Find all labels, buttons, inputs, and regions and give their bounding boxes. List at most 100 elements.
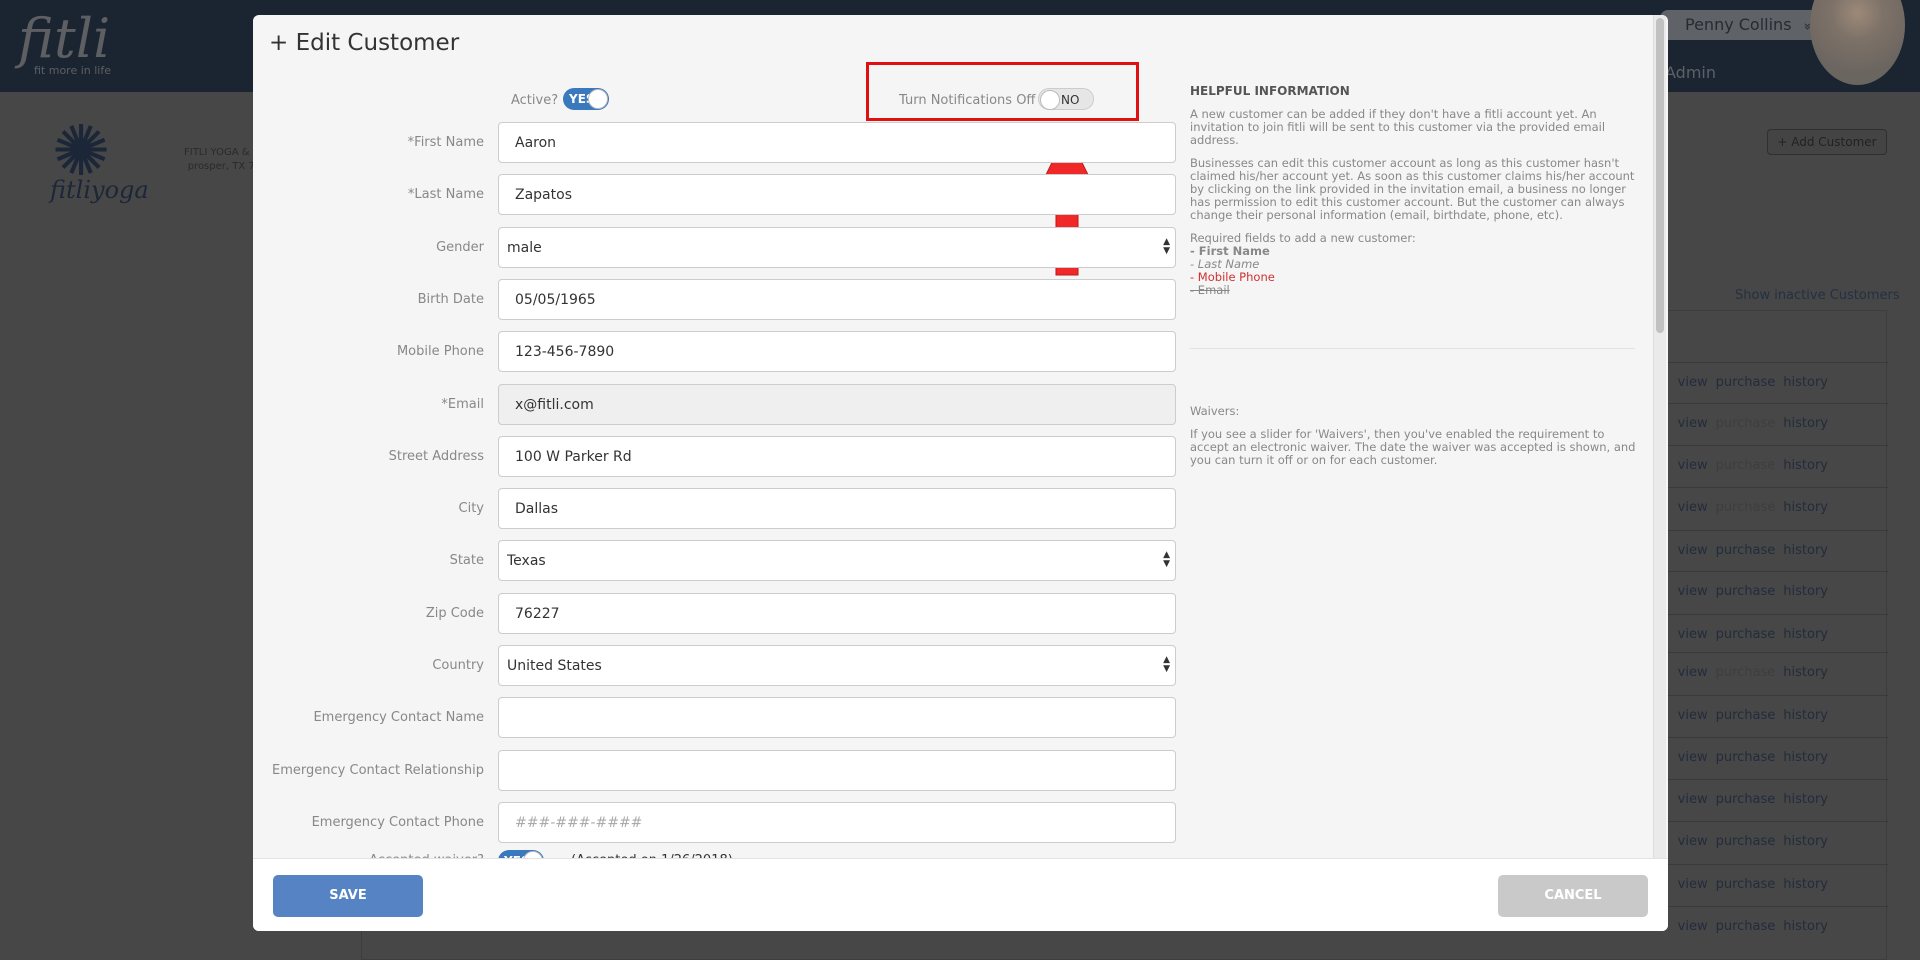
- emergency-contact-name-input[interactable]: [498, 697, 1176, 739]
- row-actions: view purchase history: [1670, 792, 1828, 807]
- view-link[interactable]: view: [1678, 627, 1708, 642]
- state-select[interactable]: Texas ▲ ▼: [498, 540, 1176, 582]
- field-label: Country: [432, 658, 484, 673]
- purchase-link[interactable]: purchase: [1716, 708, 1776, 723]
- zip-code-input[interactable]: 76227: [498, 592, 1176, 634]
- purchase-link[interactable]: purchase: [1716, 375, 1776, 390]
- view-link[interactable]: view: [1678, 919, 1708, 934]
- select-arrows-icon: ▲ ▼: [1163, 236, 1170, 256]
- row-actions: view purchase history: [1670, 919, 1828, 934]
- history-link[interactable]: history: [1783, 500, 1828, 515]
- help-text: Businesses can edit this customer accoun…: [1190, 156, 1635, 222]
- cancel-button[interactable]: CANCEL: [1498, 875, 1648, 917]
- save-button[interactable]: SAVE: [273, 875, 423, 917]
- active-label: Active?: [511, 93, 559, 108]
- tagline: fit more in life: [34, 64, 112, 77]
- business-address: FITLI YOGA & F prosper, TX 7: [184, 146, 258, 174]
- history-link[interactable]: history: [1783, 627, 1828, 642]
- history-link[interactable]: history: [1783, 919, 1828, 934]
- history-link[interactable]: history: [1783, 665, 1828, 680]
- birth-date-input[interactable]: 05/05/1965: [498, 278, 1176, 320]
- purchase-link[interactable]: purchase: [1716, 543, 1776, 558]
- email-input: x@fitli.com: [498, 383, 1176, 425]
- purchase-link[interactable]: purchase: [1716, 627, 1776, 642]
- purchase-link[interactable]: purchase: [1716, 750, 1776, 765]
- modal-scrollbar[interactable]: [1653, 15, 1666, 858]
- business-city: prosper, TX 7: [187, 161, 255, 172]
- select-arrows-icon: ▲ ▼: [1163, 550, 1170, 570]
- view-link[interactable]: view: [1678, 416, 1708, 431]
- row-actions: view purchase history: [1670, 543, 1828, 558]
- city-input[interactable]: Dallas: [498, 488, 1176, 530]
- view-link[interactable]: view: [1678, 792, 1708, 807]
- mobile-phone-input[interactable]: 123-456-7890: [498, 331, 1176, 373]
- view-link[interactable]: view: [1678, 877, 1708, 892]
- required-item: - Mobile Phone: [1190, 270, 1275, 284]
- select-arrows-icon: ▲ ▼: [1163, 655, 1170, 674]
- view-link[interactable]: view: [1678, 584, 1708, 599]
- edit-customer-modal: + Edit Customer Active? YES Turn Notific…: [253, 15, 1668, 931]
- view-link[interactable]: view: [1678, 458, 1708, 473]
- row-actions: view purchase history: [1670, 627, 1828, 642]
- gender-select[interactable]: male ▲ ▼: [498, 226, 1176, 268]
- row-actions: view purchase history: [1670, 375, 1828, 390]
- view-link[interactable]: view: [1678, 834, 1708, 849]
- field-label: *Last Name: [407, 187, 484, 203]
- notifications-toggle[interactable]: NO: [1038, 88, 1094, 110]
- emergency-contact-relationship-input[interactable]: [498, 749, 1176, 791]
- business-logo-text: fitliyoga: [50, 176, 149, 204]
- history-link[interactable]: history: [1783, 458, 1828, 473]
- add-customer-button[interactable]: + Add Customer: [1767, 129, 1887, 155]
- view-link[interactable]: view: [1678, 665, 1708, 680]
- history-link[interactable]: history: [1783, 543, 1828, 558]
- toggle-knob: [588, 89, 608, 109]
- fitli-logo[interactable]: fitli: [18, 10, 110, 68]
- scrollbar-thumb[interactable]: [1656, 18, 1664, 333]
- history-link[interactable]: history: [1783, 750, 1828, 765]
- field-label: Emergency Contact Name: [313, 710, 484, 726]
- purchase-link: purchase: [1715, 458, 1776, 473]
- field-label: Gender: [436, 239, 484, 255]
- last-name-input[interactable]: Zapatos: [498, 174, 1176, 216]
- street-address-input[interactable]: 100 W Parker Rd: [498, 435, 1176, 477]
- history-link[interactable]: history: [1783, 708, 1828, 723]
- help-heading: HELPFUL INFORMATION: [1190, 84, 1350, 98]
- view-link[interactable]: view: [1678, 375, 1708, 390]
- row-actions: view purchase history: [1670, 834, 1828, 849]
- avatar[interactable]: [1810, 0, 1905, 85]
- emergency-contact-phone-input[interactable]: ###-###-####: [498, 801, 1176, 843]
- view-link[interactable]: view: [1678, 500, 1708, 515]
- history-link[interactable]: history: [1783, 834, 1828, 849]
- waivers-text: If you see a slider for 'Waivers', then …: [1190, 427, 1636, 467]
- history-link[interactable]: history: [1783, 584, 1828, 599]
- field-label: State: [449, 553, 484, 569]
- history-link[interactable]: history: [1783, 792, 1828, 807]
- country-select[interactable]: United States ▲ ▼: [498, 645, 1176, 686]
- row-actions: view purchase history: [1670, 665, 1828, 680]
- history-link[interactable]: history: [1783, 416, 1828, 431]
- purchase-link[interactable]: purchase: [1716, 877, 1776, 892]
- required-item: - Email: [1190, 283, 1230, 297]
- purchase-link[interactable]: purchase: [1716, 919, 1776, 934]
- highlight-box: [866, 62, 1139, 121]
- view-link[interactable]: view: [1678, 543, 1708, 558]
- active-toggle[interactable]: YES: [563, 88, 609, 110]
- modal-footer: SAVE CANCEL: [253, 858, 1668, 931]
- row-actions: view purchase history: [1670, 584, 1828, 599]
- purchase-link[interactable]: purchase: [1716, 792, 1776, 807]
- field-label: City: [458, 501, 484, 517]
- view-link[interactable]: view: [1678, 708, 1708, 723]
- row-actions: view purchase history: [1670, 416, 1828, 431]
- show-inactive-link[interactable]: Show inactive Customers: [1735, 288, 1900, 303]
- admin-link[interactable]: Admin: [1665, 63, 1716, 82]
- purchase-link[interactable]: purchase: [1716, 584, 1776, 599]
- field-label: *First Name: [407, 135, 484, 150]
- toggle-knob: [1040, 90, 1060, 110]
- purchase-link: purchase: [1715, 665, 1776, 680]
- user-menu[interactable]: Penny Collins »: [1660, 10, 1820, 40]
- first-name-input[interactable]: Aaron: [498, 122, 1176, 163]
- view-link[interactable]: view: [1678, 750, 1708, 765]
- history-link[interactable]: history: [1783, 375, 1828, 390]
- history-link[interactable]: history: [1783, 877, 1828, 892]
- purchase-link[interactable]: purchase: [1716, 834, 1776, 849]
